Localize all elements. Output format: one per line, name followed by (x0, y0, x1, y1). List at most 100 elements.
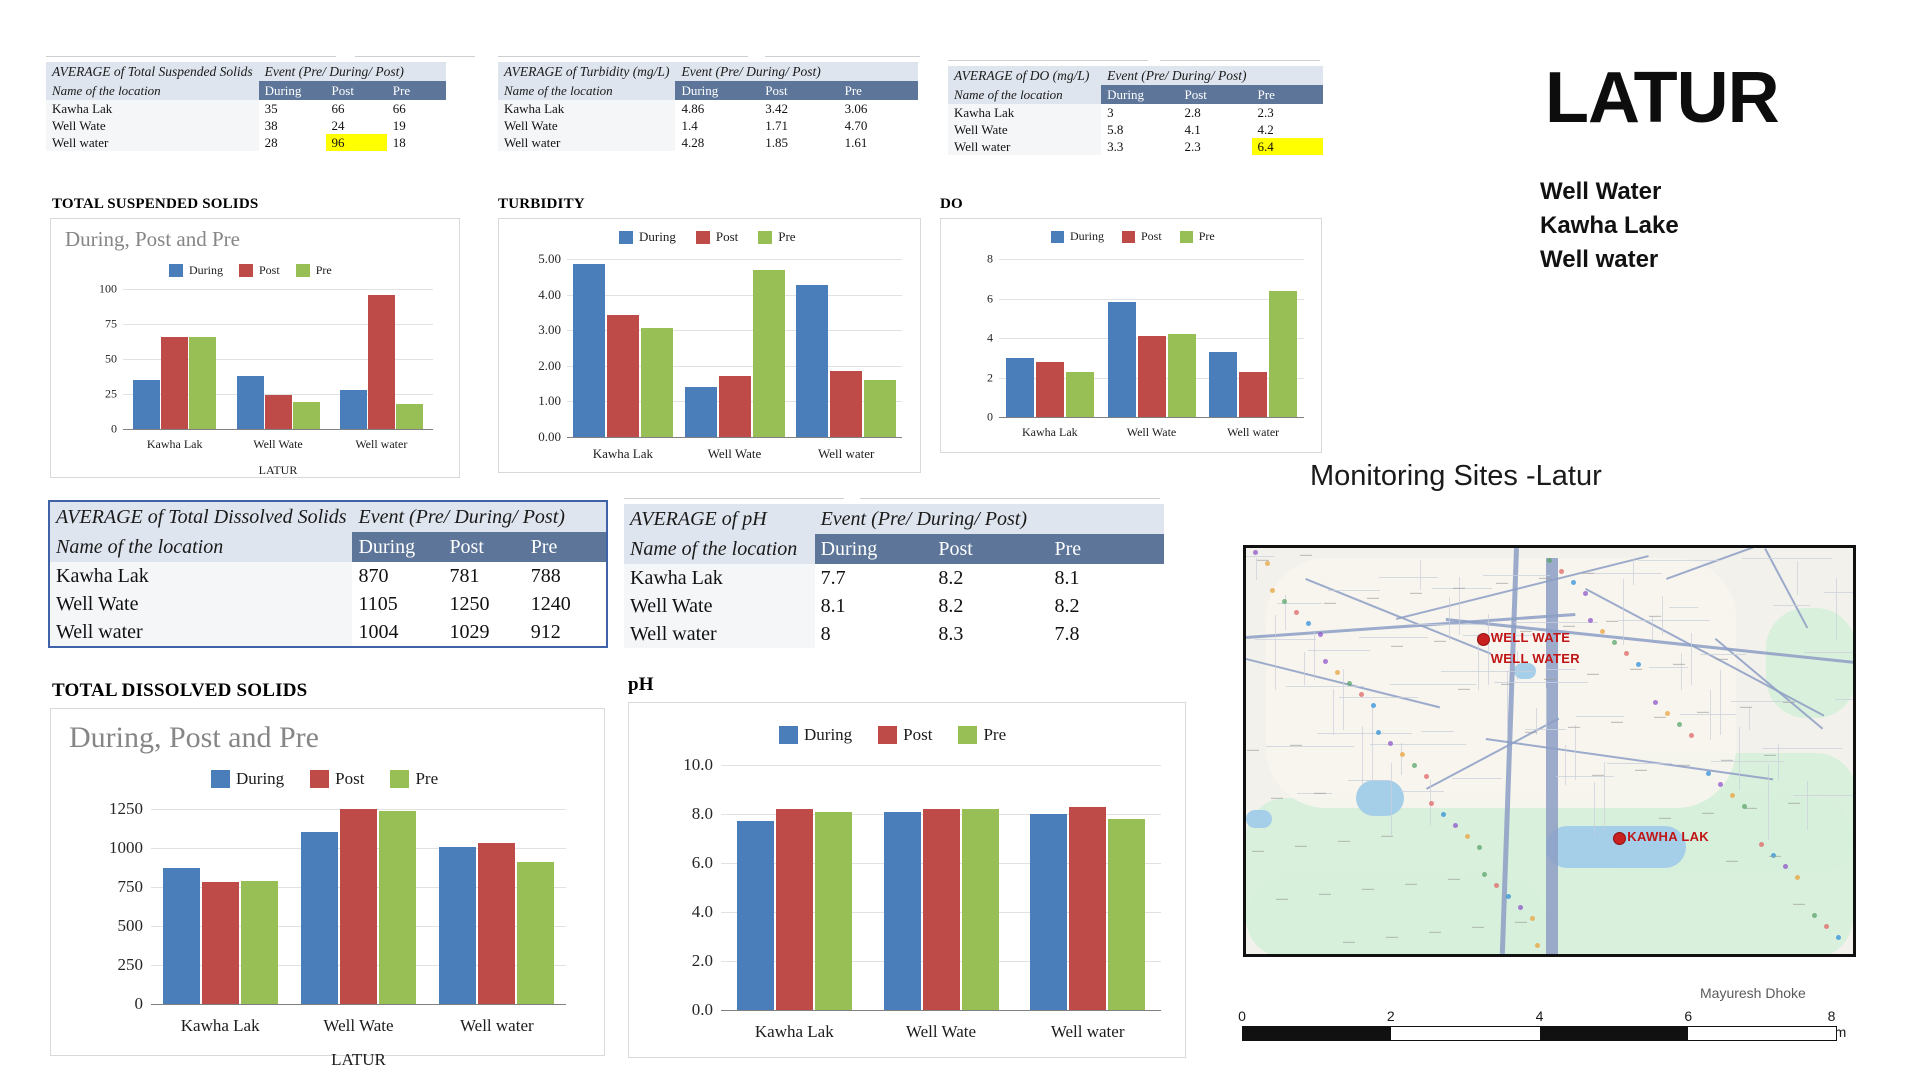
scale-bar-graphic (1242, 1026, 1837, 1041)
map-road (1546, 558, 1558, 954)
table-cell-location: Well water (948, 138, 1102, 155)
legend-item[interactable]: During (779, 725, 852, 745)
map-minor-road (1401, 743, 1402, 775)
map-water-body (1246, 810, 1272, 828)
scale-tick: 0 (1238, 1008, 1246, 1024)
table-cell-value: 8.1 (1048, 564, 1164, 592)
pivot-table-ph: AVERAGE of pH Event (Pre/ During/ Post) Na… (624, 504, 1164, 648)
map-place-label: ▬▬▬ (1764, 752, 1776, 757)
map-minor-road (1359, 637, 1428, 638)
chart-bar (814, 811, 852, 1010)
map-place-label: ▬▬▬ (1745, 805, 1757, 810)
table-column-header: Pre (838, 81, 918, 100)
chart-bar (684, 387, 717, 437)
chart-bar (1030, 814, 1068, 1010)
map-place-label: ▬▬▬ (1434, 638, 1446, 643)
legend-item[interactable]: During (619, 229, 676, 245)
legend-swatch (779, 726, 798, 744)
table-cell-value: 19 (386, 117, 446, 134)
table-row: Kawha Lak 7.7 8.2 8.1 (624, 564, 1164, 592)
table-cell-value: 3 (1101, 104, 1179, 121)
chart-heading-turbidity: TURBIDITY (498, 196, 585, 212)
map-place-label: ▬▬▬ (1563, 623, 1575, 628)
chart-plot-area: 0.00 1.00 2.00 3.00 4.00 5.00 Kawha Lak Well Wa… (538, 251, 902, 461)
map-marker-0[interactable] (1476, 633, 1490, 647)
map-minor-road (1710, 690, 1711, 740)
legend-label: During (804, 725, 853, 744)
map-poi-dot (1535, 943, 1540, 948)
chart-bar (517, 861, 555, 1004)
chart-x-axis (567, 437, 902, 438)
monitoring-sites-map[interactable]: ▬▬▬ ▬▬▬ ▬▬▬ ▬▬▬ ▬▬▬ ▬▬▬ ▬▬▬ ▬▬▬ ▬▬▬ ▬▬▬ ▬▬▬ ▬▬▬ ▬▬▬ ▬… (1243, 545, 1856, 957)
legend-swatch (958, 726, 978, 744)
chart-gridline (567, 294, 902, 296)
table-row: Kawha Lak 870 781 788 (49, 562, 607, 590)
table-event-header: Event (Pre/ During/ Post) (675, 62, 918, 81)
chart-y-tick-label: 0 (134, 994, 144, 1013)
legend-item[interactable]: Post (1122, 229, 1162, 244)
legend-item[interactable]: Post (239, 263, 280, 278)
map-poi-dot (1571, 580, 1576, 585)
table-row: Kawha Lak 3 2.8 2.3 (948, 104, 1323, 121)
table-cell-value: 66 (325, 100, 387, 117)
chart-plot-area: 0.0 2.0 4.0 6.0 8.0 10.0 Kawha Lak Well Wate Wel… (683, 755, 1161, 1041)
pivot-table-total-dissolved-solids: AVERAGE of Total Dissolved Solids Event (… (48, 500, 608, 648)
chart-x-tick-label: Kawha Lak (592, 446, 653, 461)
map-title: Monitoring Sites -Latur (1310, 460, 1602, 492)
table-cell-location: Well Wate (498, 117, 676, 134)
table-location-header: Name of the location (46, 81, 259, 100)
chart-bar (1107, 302, 1136, 417)
map-minor-road (1793, 795, 1853, 796)
legend-item[interactable]: During (1051, 229, 1104, 244)
table-cell-value: 96 (325, 134, 387, 151)
table-cell-value: 8.2 (1048, 592, 1164, 620)
map-place-label: ▬▬▬ (1678, 762, 1690, 767)
chart-gridline (567, 259, 902, 260)
chart-bar (478, 843, 516, 1004)
table-rule (1160, 60, 1320, 61)
table-row: Well water 1004 1029 912 (49, 618, 607, 647)
legend-item[interactable]: During (211, 769, 284, 789)
table-cell-value: 2.3 (1178, 138, 1252, 155)
table-cell-location: Kawha Lak (948, 104, 1102, 121)
map-poi-dot (1453, 823, 1458, 828)
map-minor-road (1742, 558, 1832, 559)
site-label-well-water-2: Well water (1540, 246, 1659, 273)
legend-item[interactable]: Pre (1179, 229, 1215, 244)
table-cell-location: Well Wate (948, 121, 1102, 138)
legend-item[interactable]: Pre (758, 229, 796, 245)
map-minor-road (1587, 573, 1662, 574)
legend-swatch (211, 770, 230, 788)
map-minor-road (1762, 748, 1842, 749)
table-title-row: AVERAGE of pH Event (Pre/ During/ Post) (624, 504, 1164, 534)
table-cell-value: 66 (386, 100, 446, 117)
map-poi-dot (1559, 569, 1564, 574)
table-column-header: During (675, 81, 760, 100)
map-minor-road (1773, 605, 1810, 606)
chart-bar (864, 379, 897, 437)
chart-turbidity: During Post Pre 0.00 1.00 2.00 3.00 4.00 5.00 Kaw… (498, 218, 921, 473)
legend-item[interactable]: Pre (295, 263, 332, 278)
chart-heading-ph: pH (628, 674, 654, 695)
legend-item[interactable]: Pre (390, 769, 438, 789)
table-cell-value: 3.06 (838, 100, 918, 117)
map-poi-dot (1812, 913, 1817, 918)
legend-item[interactable]: Post (695, 229, 738, 245)
map-minor-road (1255, 639, 1316, 640)
legend-item[interactable]: Post (878, 725, 932, 745)
map-poi-dot (1424, 774, 1429, 779)
map-minor-road (1680, 714, 1736, 715)
map-minor-road (1700, 654, 1746, 655)
map-poi-dot (1836, 935, 1841, 940)
map-place-label: ▬▬▬ (1453, 585, 1465, 590)
scale-tick: 2 (1386, 1008, 1395, 1024)
legend-item[interactable]: Pre (958, 725, 1006, 745)
map-poi-dot (1718, 782, 1723, 787)
map-place-label: ▬▬▬ (1496, 580, 1508, 585)
legend-item[interactable]: Post (310, 769, 364, 789)
map-canvas[interactable]: ▬▬▬ ▬▬▬ ▬▬▬ ▬▬▬ ▬▬▬ ▬▬▬ ▬▬▬ ▬▬▬ ▬▬▬ ▬▬▬ ▬▬▬ ▬▬▬ ▬▬▬ ▬… (1246, 548, 1853, 954)
table-cell-value: 1250 (443, 590, 525, 618)
chart-y-tick-label: 1000 (109, 838, 143, 857)
legend-item[interactable]: During (169, 263, 223, 278)
map-minor-road (1669, 607, 1698, 608)
